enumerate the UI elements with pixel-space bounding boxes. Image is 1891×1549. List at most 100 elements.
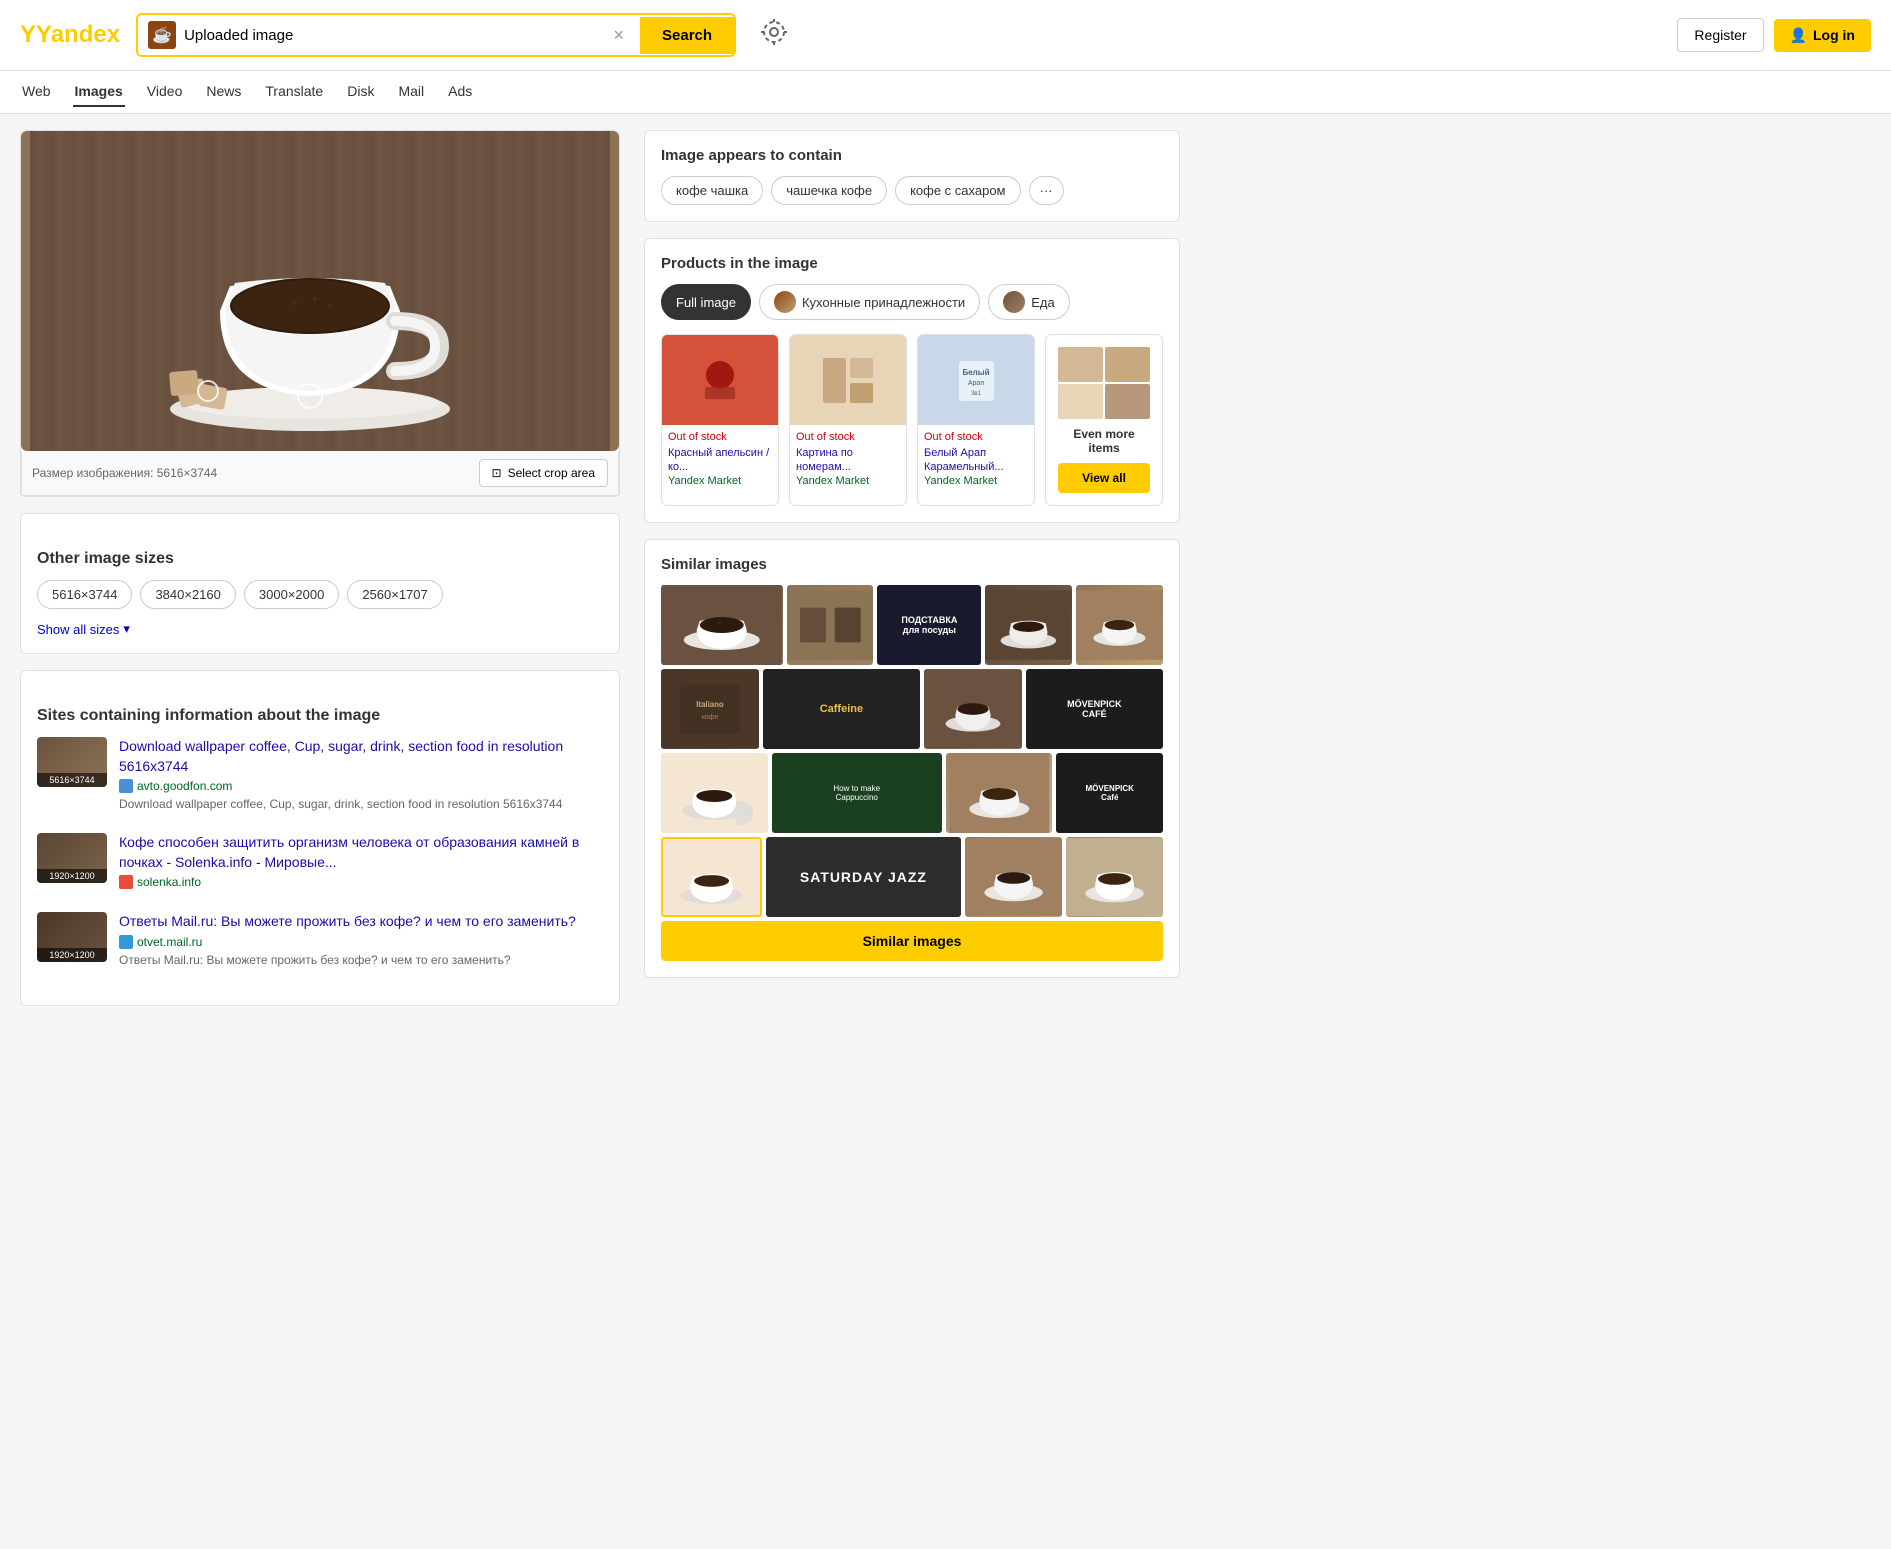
site-thumb-2: 1920×1200 [37,833,107,883]
product-store-3: Yandex Market [924,475,1028,487]
similar-img-11[interactable]: How to makeCappuccino [772,753,942,833]
product-name-1: Красный апельсин / ко... [668,446,772,475]
product-img-3: Белый Арап 3в1 [918,335,1034,425]
nav-web[interactable]: Web [20,77,53,107]
site-link-1[interactable]: Download wallpaper coffee, Cup, sugar, d… [119,738,563,774]
nav-mail[interactable]: Mail [396,77,426,107]
site-domain-2: solenka.info [119,875,603,889]
product-tab-kitchen[interactable]: Кухонные принадлежности [759,284,980,320]
similar-img-17[interactable] [1066,837,1163,917]
show-all-sizes-link[interactable]: Show all sizes ▾ [37,621,603,637]
product-store-1: Yandex Market [668,475,772,487]
image-caption: Размер изображения: 5616×3744 ⊡ Select c… [21,451,619,496]
site-thumb-1: 5616×3744 [37,737,107,787]
product-tab-full[interactable]: Full image [661,284,751,320]
similar-img-7[interactable]: Caffeine [763,669,920,749]
similar-img-15[interactable]: SATURDAY JAZZ [766,837,960,917]
site-info-3: Ответы Mail.ru: Вы можете прожить без ко… [119,912,603,968]
out-of-stock-3: Out of stock [924,431,1028,443]
sites-section-title: Sites containing information about the i… [37,707,603,725]
similar-img-6[interactable]: Italiano кофе [661,669,759,749]
product-name-3: Белый Арап Карамельный... [924,446,1028,475]
similar-section: Similar images [644,539,1180,978]
view-all-button[interactable]: View all [1058,463,1150,493]
products-section: Products in the image Full image Кухонны… [644,238,1180,523]
kitchen-tab-icon [774,291,796,313]
select-crop-button[interactable]: ⊡ Select crop area [479,459,608,487]
similar-title: Similar images [661,556,1163,573]
other-sizes-title: Other image sizes [37,550,603,568]
product-info-2: Out of stock Картина по номерам... Yande… [790,425,906,493]
similar-img-16[interactable] [965,837,1062,917]
site-thumb-3: 1920×1200 [37,912,107,962]
search-input-wrap: ☕ × [138,15,640,55]
similar-img-13[interactable]: MÖVENPICKCafé [1056,753,1163,833]
similar-img-8[interactable] [924,669,1022,749]
register-button[interactable]: Register [1677,18,1763,52]
nav-bar: Web Images Video News Translate Disk Mai… [0,71,1891,114]
tag-list: кофе чашка чашечка кофе кофе с сахаром ·… [661,176,1163,205]
nav-images[interactable]: Images [73,77,125,107]
product-card-1[interactable]: Out of stock Красный апельсин / ко... Ya… [661,334,779,506]
tag-1[interactable]: кофе чашка [661,176,763,205]
similar-img-1[interactable] [661,585,783,665]
even-more-content: Even more items View all [1046,335,1162,505]
similar-row-2: Italiano кофе Caffeine [661,669,1163,749]
svg-text:3в1: 3в1 [971,391,982,397]
product-card-3[interactable]: Белый Арап 3в1 Out of stock Белый Арап К… [917,334,1035,506]
site-info-2: Кофе способен защитить организм человека… [119,833,603,892]
size-tag-2[interactable]: 3840×2160 [140,580,235,609]
thumb-label-3: 1920×1200 [37,948,107,962]
search-button[interactable]: Search [640,17,734,54]
sites-section: Sites containing information about the i… [20,670,620,1006]
image-preview-container: Размер изображения: 5616×3744 ⊡ Select c… [20,130,620,497]
site-item-3: 1920×1200 Ответы Mail.ru: Вы можете прож… [37,912,603,968]
svg-text:кофе: кофе [702,714,719,721]
product-tab-food[interactable]: Еда [988,284,1070,320]
clear-button[interactable]: × [608,25,631,46]
svg-text:Арап: Арап [967,380,983,387]
size-tag-1[interactable]: 5616×3744 [37,580,132,609]
product-img-2 [790,335,906,425]
nav-disk[interactable]: Disk [345,77,376,107]
site-link-3[interactable]: Ответы Mail.ru: Вы можете прожить без ко… [119,913,576,929]
size-tags-list: 5616×3744 3840×2160 3000×2000 2560×1707 [37,580,603,609]
nav-video[interactable]: Video [145,77,185,107]
product-card-2[interactable]: Out of stock Картина по номерам... Yande… [789,334,907,506]
similar-img-4[interactable] [985,585,1072,665]
similar-img-3[interactable]: ПОДСТАВКАдля посуды [877,585,981,665]
tag-more[interactable]: ··· [1029,176,1064,205]
even-more-card[interactable]: Even more items View all [1045,334,1163,506]
product-store-2: Yandex Market [796,475,900,487]
size-tag-3[interactable]: 3000×2000 [244,580,339,609]
login-button[interactable]: 👤 Log in [1774,19,1871,52]
similar-row-1: ПОДСТАВКАдля посуды [661,585,1163,665]
similar-images-button[interactable]: Similar images [661,921,1163,961]
site-desc-1: Download wallpaper coffee, Cup, sugar, d… [119,796,603,813]
similar-img-12[interactable] [946,753,1053,833]
search-bar: ☕ × Search [136,13,736,57]
favicon-1 [119,779,133,793]
similar-img-9[interactable]: MÖVENPICKCAFÉ [1026,669,1163,749]
similar-img-5[interactable] [1076,585,1163,665]
camera-search-button[interactable] [752,10,796,60]
thumb-label-2: 1920×1200 [37,869,107,883]
site-domain-3: otvet.mail.ru [119,935,603,949]
nav-news[interactable]: News [204,77,243,107]
nav-translate[interactable]: Translate [263,77,325,107]
out-of-stock-2: Out of stock [796,431,900,443]
tag-2[interactable]: чашечка кофе [771,176,887,205]
tag-3[interactable]: кофе с сахаром [895,176,1020,205]
similar-img-14[interactable] [661,837,762,917]
nav-ads[interactable]: Ads [446,77,474,107]
favicon-3 [119,935,133,949]
similar-img-2[interactable] [787,585,874,665]
site-link-2[interactable]: Кофе способен защитить организм человека… [119,834,579,870]
even-more-thumbs [1058,347,1150,419]
size-tag-4[interactable]: 2560×1707 [347,580,442,609]
contains-title: Image appears to contain [661,147,1163,164]
other-sizes-section: Other image sizes 5616×3744 3840×2160 30… [20,513,620,654]
food-tab-icon [1003,291,1025,313]
search-input[interactable] [184,27,599,44]
similar-img-10[interactable] [661,753,768,833]
